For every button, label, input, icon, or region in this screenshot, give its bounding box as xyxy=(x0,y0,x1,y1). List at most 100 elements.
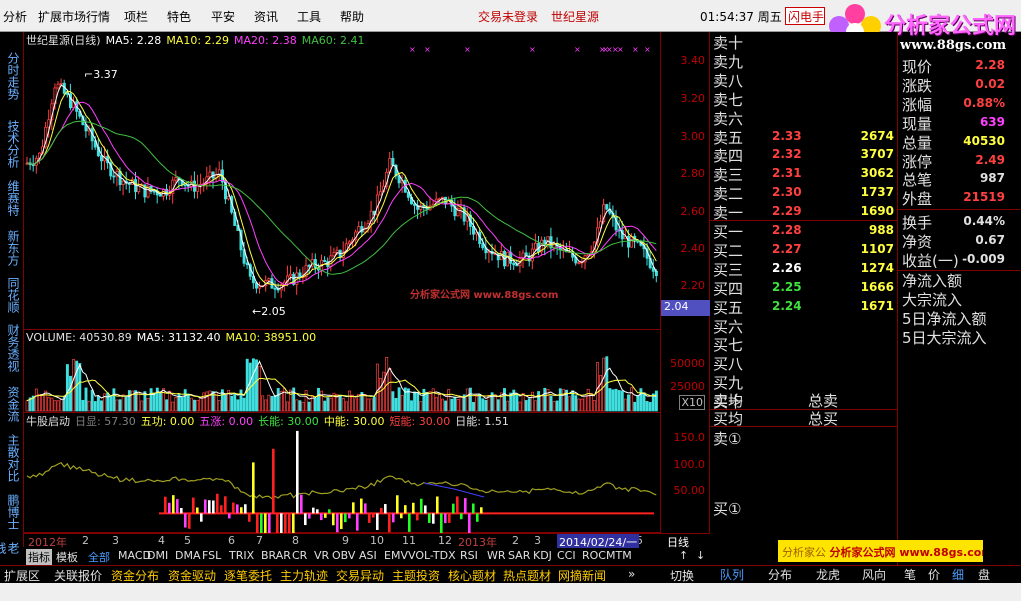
menu-pingan[interactable]: 平安 xyxy=(211,8,235,25)
ad-banner[interactable]: 分析家公 分析家公式网 www.88gs.com xyxy=(778,540,983,562)
buy-row[interactable]: 买八 xyxy=(710,353,898,373)
sell-row[interactable]: 卖五 2.33 2674 xyxy=(710,127,898,147)
indicator-tab[interactable]: ASI xyxy=(359,549,377,562)
indicator-tab[interactable]: TRIX xyxy=(229,549,254,562)
tab-intraday[interactable]: 分时走势 xyxy=(5,52,20,100)
order-book-tab[interactable]: 风向 xyxy=(862,566,886,583)
indicator-bar xyxy=(416,513,419,521)
indicator-tab[interactable]: VR xyxy=(314,549,329,562)
buy-row[interactable]: 买七 xyxy=(710,334,898,354)
volume-bar xyxy=(168,390,172,412)
bottom-tab[interactable]: 交易异动 xyxy=(336,567,384,584)
indicator-tab[interactable]: EMV xyxy=(384,549,408,562)
sell-row[interactable]: 卖一 2.29 1690 xyxy=(710,202,898,222)
menu-help[interactable]: 帮助 xyxy=(340,8,364,25)
sell-row[interactable]: 卖十 xyxy=(710,32,898,52)
scroll-up-icon[interactable]: ↑ xyxy=(679,549,688,562)
menu-features[interactable]: 特色 xyxy=(167,8,191,25)
buy-row[interactable]: 买九 xyxy=(710,372,898,392)
indicator-tab[interactable]: WR xyxy=(487,549,506,562)
indicator-tab[interactable]: 模板 xyxy=(56,549,78,565)
menu-tools[interactable]: 工具 xyxy=(297,8,321,25)
order-book-tab[interactable]: 分布 xyxy=(768,566,792,583)
volume-bar xyxy=(437,394,441,412)
bottom-tab[interactable]: 主题投资 xyxy=(392,567,440,584)
tab-new-oriental[interactable]: 新东方 xyxy=(5,230,20,266)
buy-level-label: 买四 xyxy=(713,279,744,298)
tab-technical[interactable]: 技术分析 xyxy=(5,120,20,168)
bottom-tab[interactable]: 逐笔委托 xyxy=(224,567,272,584)
bottom-tab[interactable]: 核心题材 xyxy=(448,567,496,584)
order-book-tab[interactable]: 队列 xyxy=(720,566,744,583)
indicator-tab[interactable]: ROC xyxy=(582,549,606,562)
indicator-tab[interactable]: SAR xyxy=(508,549,530,562)
tab-tonghuashun[interactable]: 同花顺 xyxy=(5,277,20,313)
quote-tab[interactable]: 笔 xyxy=(904,566,916,583)
indicator-bar xyxy=(300,494,303,514)
buy-row[interactable]: 买五 2.24 1671 xyxy=(710,297,898,317)
login-status[interactable]: 交易未登录 xyxy=(478,8,538,25)
tab-capital-flow[interactable]: 资金流 xyxy=(5,386,20,422)
scroll-down-icon[interactable]: ↓ xyxy=(696,549,705,562)
volume-bar xyxy=(313,397,317,412)
sell-row[interactable]: 卖八 xyxy=(710,70,898,90)
indicator-tab[interactable]: CCI xyxy=(557,549,576,562)
indicator-tab[interactable]: BRAR xyxy=(261,549,291,562)
indicator-tab[interactable]: 指标 xyxy=(26,549,52,565)
bottom-tab[interactable]: 关联报价 xyxy=(54,567,102,584)
sell-row[interactable]: 卖二 2.30 1737 xyxy=(710,183,898,203)
buy-row[interactable]: 买二 2.27 1107 xyxy=(710,240,898,260)
bottom-tab[interactable]: 热点题材 xyxy=(503,567,551,584)
buy-queue-label[interactable]: 买① xyxy=(713,498,741,519)
buy-row[interactable]: 买四 2.25 1666 xyxy=(710,278,898,298)
menu-analysis[interactable]: 分析 xyxy=(3,8,27,25)
sell-row[interactable]: 卖九 xyxy=(710,51,898,71)
sell-row[interactable]: 卖三 2.31 3062 xyxy=(710,164,898,184)
menu-news[interactable]: 资讯 xyxy=(254,8,278,25)
tab-laoqian[interactable]: 老钱 xyxy=(0,542,20,554)
indicator-tab[interactable]: CR xyxy=(292,549,307,562)
order-book-tab[interactable]: 龙虎 xyxy=(816,566,840,583)
volume-panel[interactable]: VOLUME: 40530.89 MA5: 31132.40 MA10: 38951… xyxy=(24,331,660,413)
indicator-tab[interactable]: KDJ xyxy=(533,549,552,562)
menu-extended-market[interactable]: 扩展市场行情 xyxy=(38,8,110,25)
candlestick-panel[interactable]: 世纪星源(日线) MA5: 2.28 MA10: 2.29 MA20: 2.38 MA6… xyxy=(24,32,660,330)
more-tabs-icon[interactable]: » xyxy=(628,567,635,581)
indicator-tab[interactable]: OBV xyxy=(332,549,355,562)
buy-row[interactable]: 买六 xyxy=(710,316,898,336)
indicator-panel[interactable]: 牛股启动 日显: 57.30 五功: 0.00 五涨: 0.00 长能: 30.00 中能… xyxy=(24,413,660,533)
indicator-tab[interactable]: VOL-TDX xyxy=(408,549,456,562)
quote-tab[interactable]: 价 xyxy=(928,566,940,583)
indicator-tab[interactable]: MTM xyxy=(606,549,632,562)
sell-row[interactable]: 卖六 xyxy=(710,108,898,128)
quote-tab[interactable]: 盘 xyxy=(978,566,990,583)
buy-row[interactable]: 买三 2.26 1274 xyxy=(710,259,898,279)
bottom-tab[interactable]: 切换 xyxy=(670,567,694,584)
quote-tab[interactable]: 细 xyxy=(952,566,964,583)
sell-queue-label[interactable]: 卖① xyxy=(713,428,741,449)
volume-bar xyxy=(633,401,637,412)
indicator-tab[interactable]: RSI xyxy=(460,549,478,562)
date-label: 8 xyxy=(292,534,299,547)
buy-row[interactable]: 买一 2.28 988 xyxy=(710,221,898,241)
tab-weisaite[interactable]: 维赛特 xyxy=(5,180,20,216)
bottom-tab[interactable]: 资金驱动 xyxy=(168,567,216,584)
tab-pengboshi[interactable]: 鹏博士 xyxy=(5,494,20,530)
bottom-tab[interactable]: 网摘新闻 xyxy=(558,567,606,584)
sell-row[interactable]: 卖七 xyxy=(710,89,898,109)
tab-main-vs-retail[interactable]: 主散对比 xyxy=(5,434,20,482)
bottom-tab[interactable]: 资金分布 xyxy=(111,567,159,584)
tab-finance[interactable]: 财务透视 xyxy=(5,324,20,372)
buy-level-label: 买二 xyxy=(713,241,744,260)
sell-row[interactable]: 卖四 2.32 3707 xyxy=(710,145,898,165)
bottom-tab[interactable]: 主力轨迹 xyxy=(280,567,328,584)
indicator-tab[interactable]: FSL xyxy=(202,549,221,562)
volume-bar xyxy=(320,390,324,412)
flash-trade-button[interactable]: 闪电手 xyxy=(785,7,825,25)
bottom-tab[interactable]: 扩展区 xyxy=(4,567,40,584)
menu-columns[interactable]: 项栏 xyxy=(124,8,148,25)
y-tick: 2.40 xyxy=(680,242,706,255)
indicator-tab[interactable]: DMI xyxy=(147,549,168,562)
indicator-tab[interactable]: DMA xyxy=(175,549,201,562)
indicator-tab[interactable]: 全部 xyxy=(88,549,110,565)
